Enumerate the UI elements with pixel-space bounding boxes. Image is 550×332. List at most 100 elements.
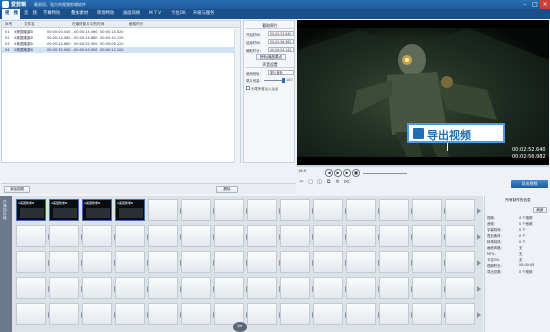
timeline-clip[interactable]: X美国隆重Ⅲ: [49, 199, 79, 221]
settings-icon[interactable]: ✲: [334, 179, 341, 186]
empty-clip-slot[interactable]: [16, 225, 52, 247]
tab-karaoke[interactable]: 卡拉OK: [168, 9, 189, 19]
pick-frame-button[interactable]: 快轨/播放果点: [256, 54, 286, 60]
empty-clip-slot[interactable]: [16, 251, 52, 273]
tab-subtitle-effects[interactable]: 字幕特效: [40, 9, 63, 19]
empty-clip-slot[interactable]: [346, 277, 382, 299]
empty-clip-slot[interactable]: [445, 251, 481, 273]
empty-clip-slot[interactable]: [313, 303, 349, 325]
empty-clip-slot[interactable]: [16, 303, 52, 325]
empty-clip-slot[interactable]: [82, 251, 118, 273]
split-icon[interactable]: ⧉: [325, 179, 332, 186]
tab-video[interactable]: 视 频: [2, 9, 20, 19]
empty-clip-slot[interactable]: [214, 225, 250, 247]
empty-clip-slot[interactable]: [412, 199, 448, 221]
empty-clip-slot[interactable]: [148, 303, 184, 325]
export-banner[interactable]: 导出视频: [407, 123, 505, 143]
empty-clip-slot[interactable]: [379, 251, 415, 273]
timeline-clip[interactable]: X美国隆重Ⅲ: [82, 199, 112, 221]
empty-clip-slot[interactable]: [49, 225, 85, 247]
empty-clip-slot[interactable]: [214, 199, 250, 221]
start-time-field[interactable]: 00:02:52.640: [268, 31, 294, 36]
delete-button[interactable]: 删除: [216, 186, 238, 193]
play-icon[interactable]: ▶: [334, 169, 342, 177]
minimize-button[interactable]: –: [520, 0, 530, 9]
video-preview[interactable]: 导出视频 00:02:52.640 00:02:56.982: [297, 20, 549, 165]
empty-clip-slot[interactable]: [412, 225, 448, 247]
empty-clip-slot[interactable]: [412, 303, 448, 325]
empty-clip-slot[interactable]: [280, 225, 316, 247]
empty-clip-slot[interactable]: [181, 277, 217, 299]
end-time-field[interactable]: 00:02:56.982: [268, 39, 294, 44]
empty-clip-slot[interactable]: [214, 277, 250, 299]
empty-clip-slot[interactable]: [313, 251, 349, 273]
empty-clip-slot[interactable]: [16, 277, 52, 299]
empty-clip-slot[interactable]: [148, 199, 184, 221]
track-select[interactable]: 原片音轨: [268, 70, 294, 75]
player-volume-slider[interactable]: [363, 173, 407, 174]
empty-clip-slot[interactable]: [379, 303, 415, 325]
empty-clip-slot[interactable]: [49, 251, 85, 273]
close-button[interactable]: ×: [540, 0, 550, 9]
empty-clip-slot[interactable]: [445, 199, 481, 221]
empty-clip-slot[interactable]: [379, 277, 415, 299]
empty-clip-slot[interactable]: [82, 225, 118, 247]
empty-clip-slot[interactable]: [148, 251, 184, 273]
empty-clip-slot[interactable]: [115, 277, 151, 299]
prev-frame-icon[interactable]: ◀: [325, 169, 333, 177]
empty-clip-slot[interactable]: [247, 303, 283, 325]
empty-clip-slot[interactable]: [313, 225, 349, 247]
empty-clip-slot[interactable]: [115, 303, 151, 325]
add-video-button[interactable]: 添加视频: [4, 186, 30, 193]
zoom-ratio[interactable]: 16:9: [298, 169, 306, 173]
empty-clip-slot[interactable]: [82, 303, 118, 325]
fade-checkbox[interactable]: [246, 86, 250, 90]
tab-audio[interactable]: 音 频: [21, 9, 40, 19]
duration-field[interactable]: 00:00:04.342: [268, 47, 294, 52]
empty-clip-slot[interactable]: [148, 225, 184, 247]
empty-clip-slot[interactable]: [346, 251, 382, 273]
cut-icon[interactable]: ✂: [298, 179, 305, 186]
empty-clip-slot[interactable]: [412, 277, 448, 299]
empty-clip-slot[interactable]: [247, 225, 283, 247]
empty-clip-slot[interactable]: [313, 277, 349, 299]
empty-clip-slot[interactable]: [247, 199, 283, 221]
timeline-clip[interactable]: X美国隆重Ⅲ: [115, 199, 145, 221]
empty-clip-slot[interactable]: [148, 277, 184, 299]
empty-clip-slot[interactable]: [346, 303, 382, 325]
folder-icon[interactable]: ▢: [307, 179, 314, 186]
empty-clip-slot[interactable]: [412, 251, 448, 273]
timeline-clip[interactable]: X美国隆重Ⅲ: [16, 199, 46, 221]
tab-transitions[interactable]: 转场特效: [94, 9, 117, 19]
empty-clip-slot[interactable]: [379, 199, 415, 221]
maximize-button[interactable]: □: [530, 0, 540, 9]
empty-clip-slot[interactable]: [181, 225, 217, 247]
empty-clip-slot[interactable]: [280, 277, 316, 299]
empty-clip-slot[interactable]: [181, 303, 217, 325]
empty-clip-slot[interactable]: [280, 251, 316, 273]
empty-clip-slot[interactable]: [82, 277, 118, 299]
empty-clip-slot[interactable]: [247, 251, 283, 273]
empty-clip-slot[interactable]: [445, 225, 481, 247]
volume-slider[interactable]: [264, 80, 284, 81]
share-icon[interactable]: ⋈: [343, 179, 350, 186]
list-item-selected[interactable]: 04 X美国隆重Ⅲ 00:00:32.900 - 00:00:45.000 00…: [2, 47, 240, 53]
snapshot-icon[interactable]: ◫: [316, 179, 323, 186]
empty-clip-slot[interactable]: [181, 199, 217, 221]
next-frame-icon[interactable]: ▶: [343, 169, 351, 177]
empty-clip-slot[interactable]: [445, 303, 481, 325]
empty-clip-slot[interactable]: [445, 277, 481, 299]
empty-clip-slot[interactable]: [49, 277, 85, 299]
tab-upgrade[interactable]: 升级与服务: [190, 9, 217, 19]
tab-overlay[interactable]: 叠加素材: [68, 9, 91, 19]
tab-style[interactable]: 画面风格: [120, 9, 143, 19]
list-scrollbar[interactable]: [234, 29, 240, 163]
empty-clip-slot[interactable]: [346, 199, 382, 221]
empty-clip-slot[interactable]: [280, 199, 316, 221]
export-video-button[interactable]: 导出视频: [511, 180, 548, 188]
empty-clip-slot[interactable]: [247, 277, 283, 299]
volume-slider-thumb[interactable]: [282, 78, 285, 83]
empty-clip-slot[interactable]: [181, 251, 217, 273]
empty-clip-slot[interactable]: [346, 225, 382, 247]
empty-clip-slot[interactable]: [313, 199, 349, 221]
